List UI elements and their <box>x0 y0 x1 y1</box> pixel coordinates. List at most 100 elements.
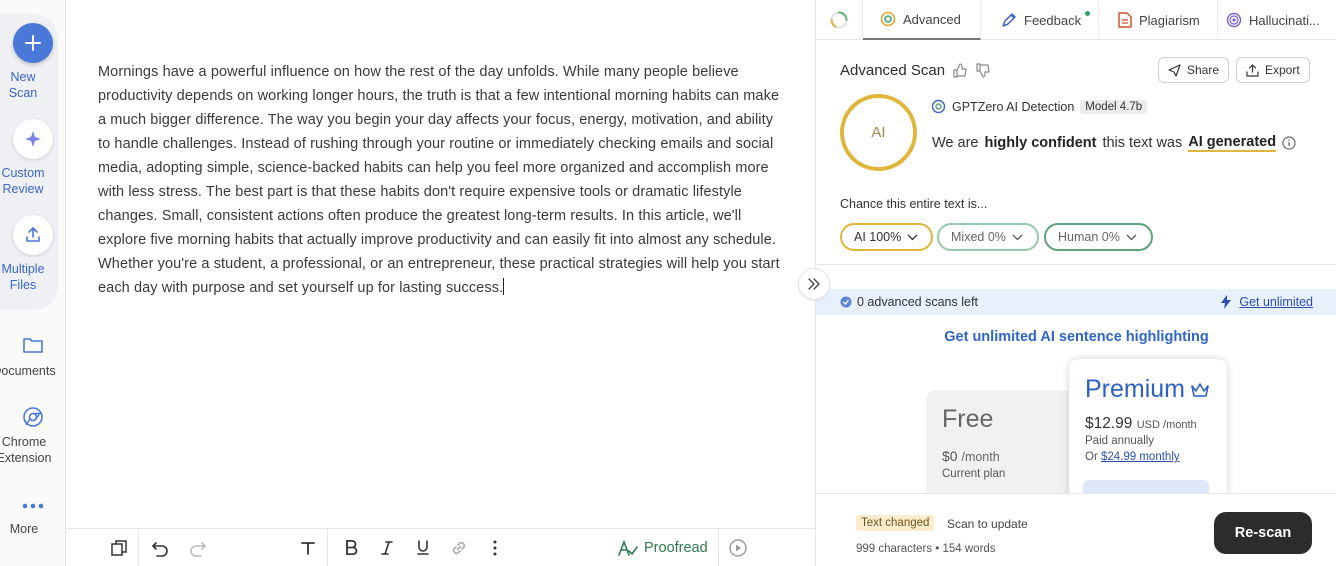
panel-footer: Text changed Scan to update 999 characte… <box>816 493 1336 566</box>
verdict-prefix: We are <box>932 135 979 151</box>
advanced-icon <box>880 11 896 27</box>
ai-result-ring: AI <box>840 94 917 171</box>
premium-plan-name: Premium <box>1085 375 1210 404</box>
new-scan-button[interactable]: New Scan <box>0 23 66 101</box>
tab-hallucination-label: Hallucinati... <box>1249 12 1320 28</box>
mixed-percentage-chip[interactable]: Mixed 0% <box>937 223 1039 251</box>
upload-icon <box>13 215 53 255</box>
ai-chip-label: AI 100% <box>854 230 902 244</box>
undo-icon <box>152 541 168 557</box>
character-word-count: 999 characters • 154 words <box>856 543 996 555</box>
scan-header: Advanced Scan <box>840 62 991 79</box>
premium-plan-card[interactable]: Premium $12.99 USD /month Paid annually … <box>1069 359 1227 496</box>
undo-button[interactable] <box>141 529 179 566</box>
more-options-button[interactable] <box>476 529 514 566</box>
tab-loading[interactable] <box>816 0 863 40</box>
scan-title: Advanced Scan <box>840 62 946 79</box>
crown-icon <box>1191 382 1209 397</box>
collapse-panel-button[interactable] <box>798 268 830 300</box>
thumbs-up-icon[interactable] <box>953 63 968 78</box>
tab-plagiarism[interactable]: Plagiarism <box>1099 0 1218 40</box>
multiple-files-label: Multiple Files <box>1 262 45 292</box>
play-icon <box>728 538 747 557</box>
copy-icon <box>111 539 127 556</box>
text-changed-badge: Text changed <box>856 515 935 531</box>
tab-advanced[interactable]: Advanced <box>863 0 981 40</box>
verdict-confidence: highly confident <box>984 135 1097 151</box>
info-icon[interactable] <box>1282 136 1296 150</box>
detector-name: GPTZero AI Detection <box>952 99 1075 114</box>
verdict-middle: this text was <box>1102 135 1183 151</box>
verdict-result: AI generated <box>1188 134 1277 152</box>
underline-icon <box>417 540 429 555</box>
bold-icon <box>346 539 358 555</box>
scans-left-bar: 0 advanced scans left Get unlimited <box>816 289 1336 315</box>
export-icon <box>1246 63 1259 77</box>
bold-button[interactable] <box>332 529 370 566</box>
hallucination-icon <box>1226 12 1242 28</box>
premium-billing-note: Paid annually <box>1085 435 1155 447</box>
thumbs-down-icon[interactable] <box>976 63 991 78</box>
free-plan-name: Free <box>942 405 994 433</box>
section-divider <box>816 264 1336 265</box>
text-caret <box>503 278 505 295</box>
chrome-extension-nav[interactable]: Chrome Extension <box>0 406 66 466</box>
upsell-headline: Get unlimited AI sentence highlighting <box>944 329 1209 345</box>
share-button[interactable]: Share <box>1158 57 1230 83</box>
text-editor[interactable]: Mornings have a powerful influence on ho… <box>66 0 815 528</box>
chevron-down-icon <box>1012 234 1023 240</box>
copy-button[interactable] <box>100 529 138 566</box>
chevron-down-icon <box>1126 234 1137 240</box>
get-unlimited-label: Get unlimited <box>1239 295 1313 309</box>
play-button[interactable] <box>719 529 757 566</box>
panel-tabs: Advanced Feedback Plagiarism Hallucinati… <box>816 0 1336 40</box>
italic-button[interactable] <box>370 529 404 566</box>
mixed-chip-label: Mixed 0% <box>951 230 1006 244</box>
premium-plan-price: $12.99 USD /month <box>1085 415 1197 432</box>
underline-button[interactable] <box>404 529 442 566</box>
multiple-files-button[interactable]: Multiple Files <box>0 215 66 293</box>
human-chip-label: Human 0% <box>1058 230 1120 244</box>
analysis-panel: Advanced Feedback Plagiarism Hallucinati… <box>815 0 1336 566</box>
left-sidebar: New Scan Custom Review Multiple Files Do… <box>0 0 66 566</box>
chrome-icon <box>22 406 44 428</box>
lightning-icon <box>1221 295 1232 309</box>
detection-verdict: We are highly confident this text was AI… <box>932 134 1296 152</box>
human-percentage-chip[interactable]: Human 0% <box>1044 223 1153 251</box>
chrome-extension-label: Chrome Extension <box>0 435 52 465</box>
tab-feedback-label: Feedback <box>1024 12 1082 28</box>
rescan-button[interactable]: Re-scan <box>1214 512 1312 554</box>
ai-percentage-chip[interactable]: AI 100% <box>840 223 933 251</box>
tab-hallucination[interactable]: Hallucinati... <box>1218 0 1336 40</box>
scans-left-text: 0 advanced scans left <box>857 295 978 309</box>
text-style-button[interactable] <box>289 529 327 566</box>
link-button[interactable] <box>442 529 476 566</box>
detector-info: GPTZero AI Detection Model 4.7b <box>931 99 1148 114</box>
premium-monthly-link[interactable]: $24.99 monthly <box>1101 451 1180 463</box>
more-dots-icon <box>22 497 44 515</box>
feedback-icon <box>1002 13 1016 27</box>
plus-icon <box>13 23 53 63</box>
tab-plagiarism-label: Plagiarism <box>1139 12 1200 28</box>
get-unlimited-link[interactable]: Get unlimited <box>1221 289 1313 315</box>
more-nav[interactable]: More <box>0 497 66 537</box>
share-label: Share <box>1187 63 1220 77</box>
share-icon <box>1168 63 1181 77</box>
custom-review-button[interactable]: Custom Review <box>0 119 66 197</box>
redo-button[interactable] <box>179 529 217 566</box>
export-button[interactable]: Export <box>1236 57 1310 83</box>
documents-nav[interactable]: Documents <box>0 335 66 379</box>
loading-spinner-icon <box>830 11 848 29</box>
tab-feedback[interactable]: Feedback <box>981 0 1099 40</box>
custom-review-label: Custom Review <box>1 166 45 196</box>
tab-advanced-label: Advanced <box>903 11 961 27</box>
gptzero-logo-icon <box>931 99 946 114</box>
proofread-button[interactable]: Proofread <box>608 529 718 566</box>
chance-label: Chance this entire text is... <box>840 197 988 211</box>
editor-content[interactable]: Mornings have a powerful influence on ho… <box>98 60 788 300</box>
premium-monthly-option: Or $24.99 monthly <box>1085 451 1180 463</box>
plagiarism-icon <box>1118 12 1132 28</box>
export-label: Export <box>1265 63 1300 77</box>
italic-icon <box>381 540 393 555</box>
editor-toolbar: Proofread <box>66 528 815 566</box>
